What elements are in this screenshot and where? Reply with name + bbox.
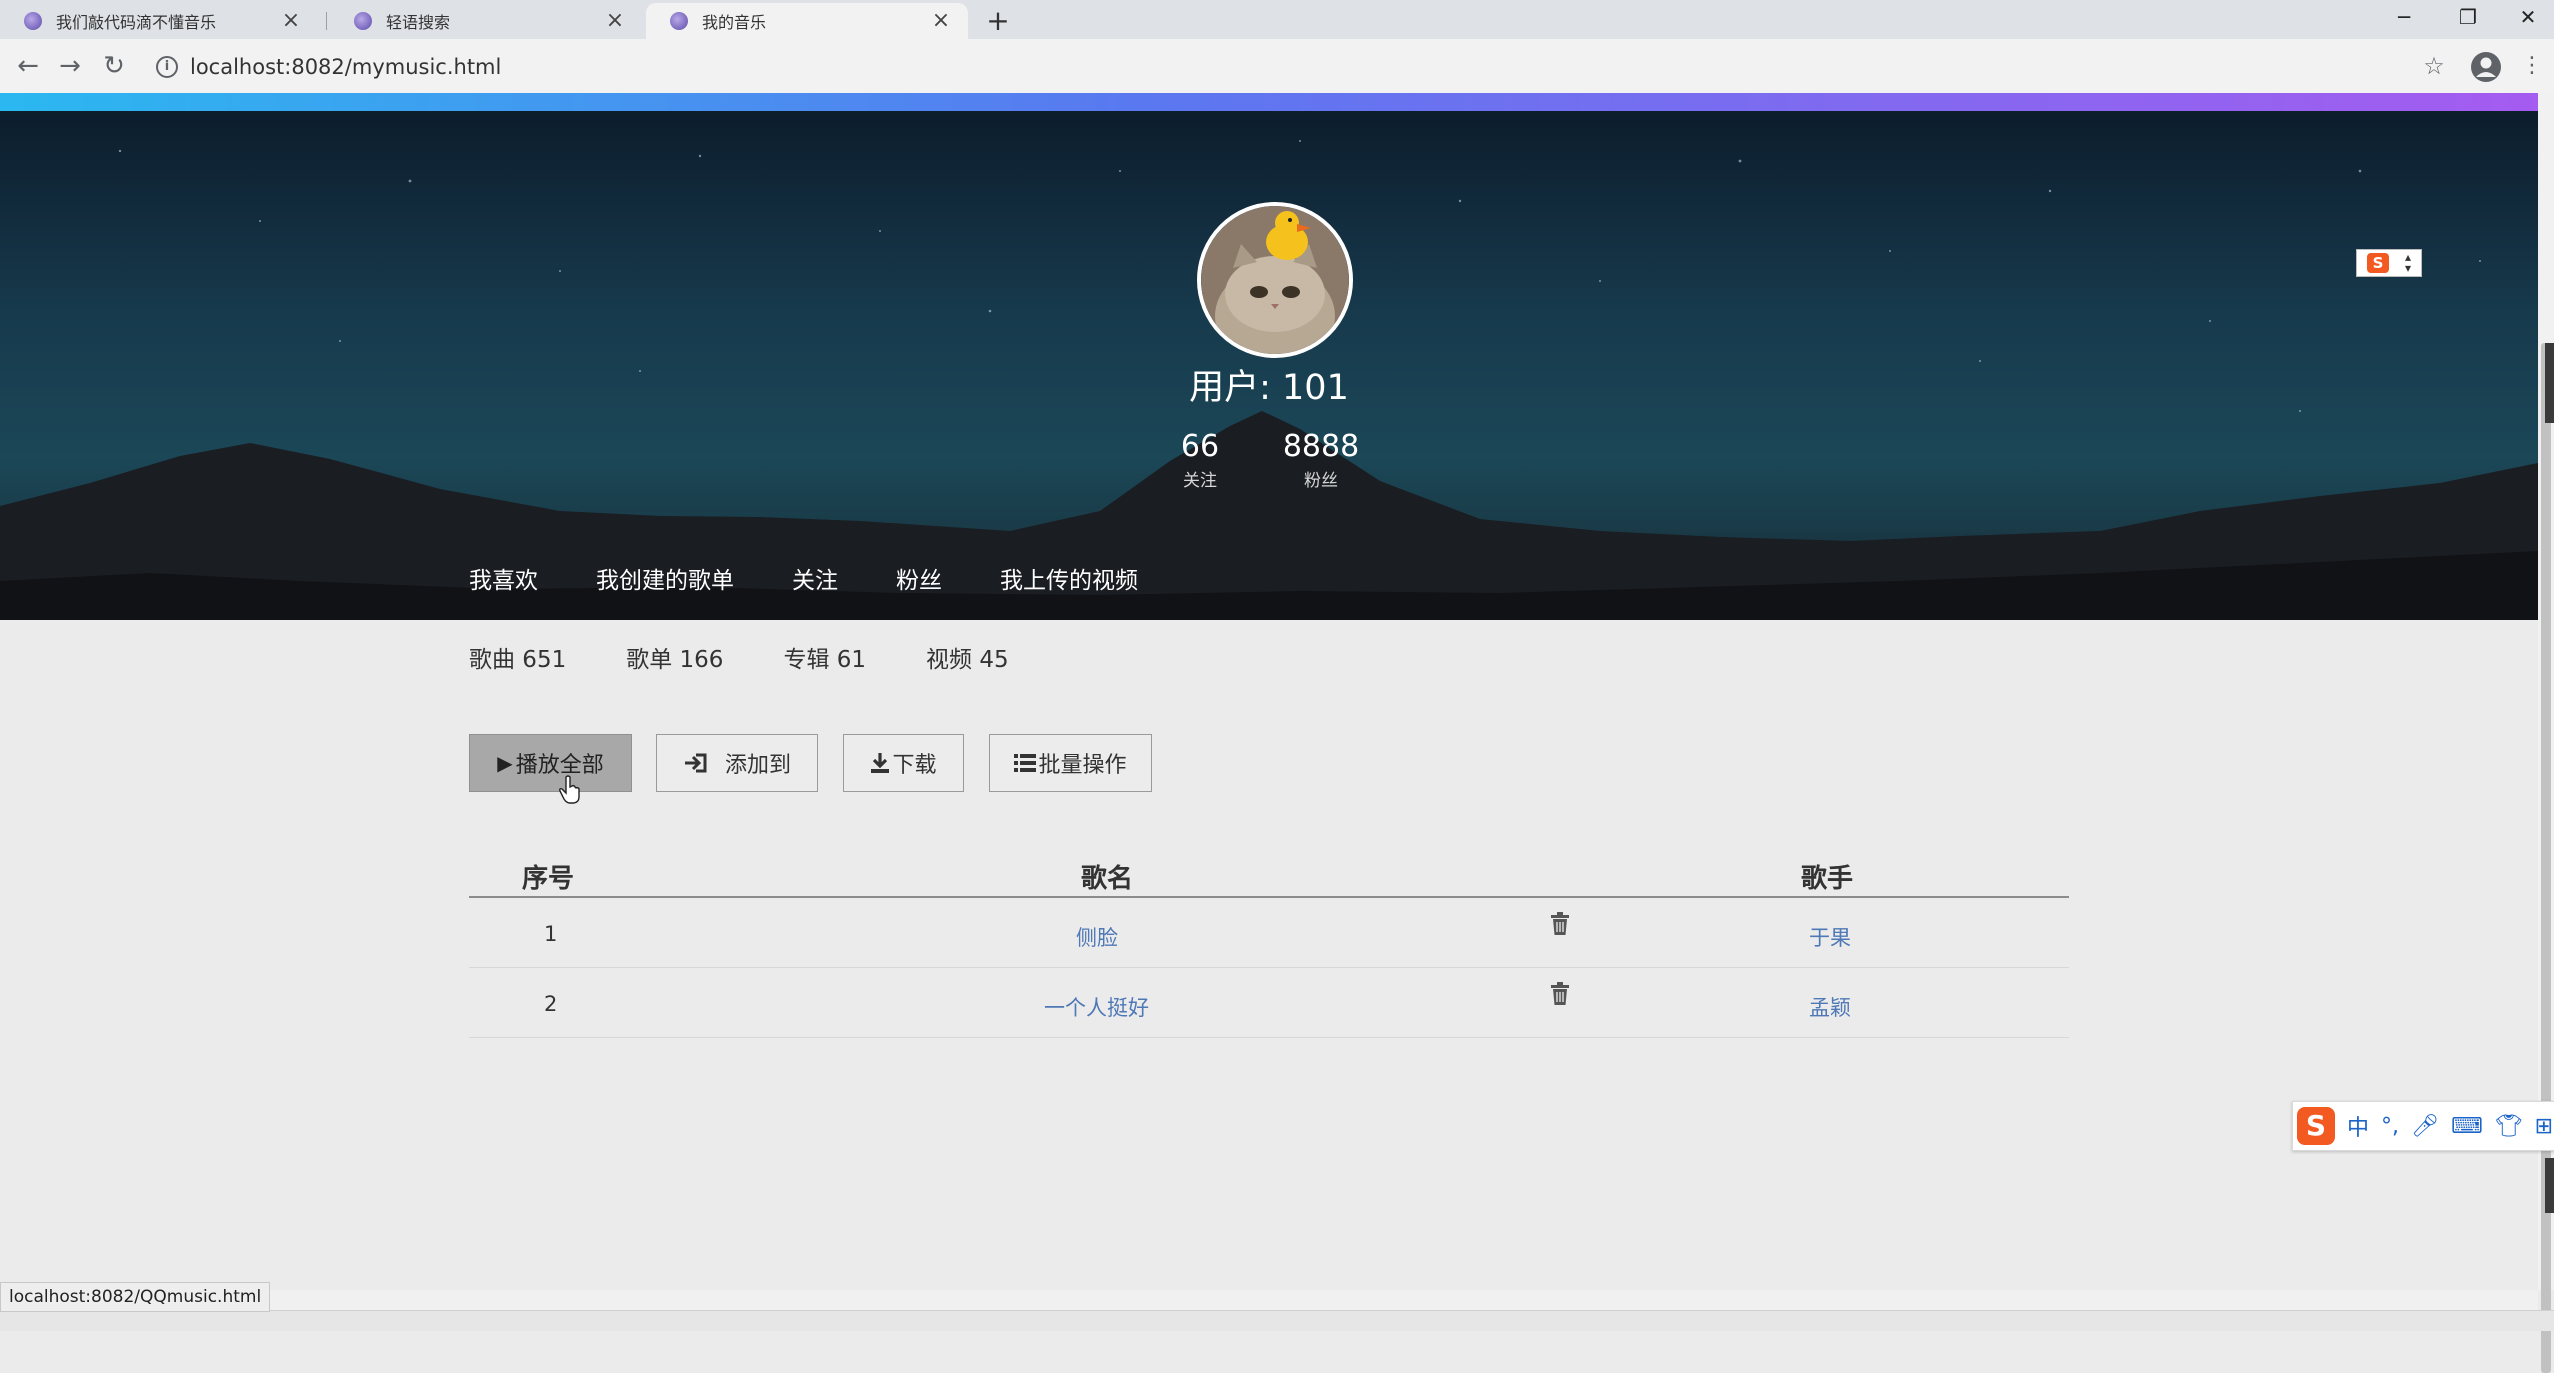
site-favicon-icon [24, 12, 42, 30]
songs-count[interactable]: 歌曲 651 [469, 640, 566, 674]
site-info-icon[interactable]: i [156, 56, 178, 78]
minimize-window-icon[interactable]: ─ [2374, 0, 2434, 34]
content-counts: 歌曲 651 歌单 166 专辑 61 视频 45 [469, 640, 1069, 674]
scrollbar-marker [2545, 1158, 2554, 1213]
sogou-logo-icon: S [2367, 253, 2389, 273]
tab-favorites[interactable]: 我喜欢 [469, 561, 538, 595]
profile-header: 用户: 101 66 关注 8888 粉丝 我喜欢 我创建的歌单 关注 粉丝 我… [0, 111, 2538, 620]
browser-tab-3-active[interactable]: 我的音乐 × [646, 3, 968, 39]
tab-close-icon[interactable]: × [930, 10, 952, 32]
download-button[interactable]: 下载 [843, 734, 964, 792]
login-arrow-icon [684, 753, 707, 773]
username-label: 用户: 101 [1189, 368, 1349, 408]
close-window-icon[interactable]: ✕ [2498, 0, 2554, 34]
download-label: 下载 [892, 753, 937, 778]
forward-icon[interactable]: → [54, 50, 86, 82]
tab-title: 我们敲代码滴不懂音乐 [56, 13, 217, 32]
horizontal-scrollbar[interactable] [0, 1290, 2538, 1310]
microphone-icon[interactable]: 🎤︎ [2411, 1114, 2439, 1139]
bookmark-star-icon[interactable]: ☆ [2418, 50, 2450, 82]
song-link[interactable]: 侧脸 [1076, 922, 1118, 952]
keyboard-icon[interactable]: ⌨ [2451, 1114, 2483, 1139]
play-icon: ▶ [497, 751, 513, 775]
scrollbar-marker [2545, 343, 2554, 423]
ime-punctuation-toggle[interactable]: °, [2381, 1114, 2399, 1139]
site-favicon-icon [670, 12, 688, 30]
link-status-url: localhost:8082/QQmusic.html [0, 1282, 271, 1312]
back-icon[interactable]: ← [12, 50, 44, 82]
address-bar[interactable]: i localhost:8082/mymusic.html [146, 46, 2414, 86]
user-avatar[interactable] [1197, 202, 1353, 358]
artist-link[interactable]: 孟颖 [1809, 992, 1851, 1022]
browser-tab-strip: 我们敲代码滴不懂音乐 × 轻语搜索 × 我的音乐 × + ─ ❐ ✕ [0, 0, 2554, 39]
sogou-ime-toolbar[interactable]: S 中 °, 🎤︎ ⌨ 👕︎ ⊞ [2292, 1101, 2554, 1151]
top-gradient-bar [0, 93, 2538, 111]
profile-nav-tabs: 我喜欢 我创建的歌单 关注 粉丝 我上传的视频 [469, 561, 1196, 595]
followers-count: 8888 [1282, 429, 1360, 464]
song-link[interactable]: 一个人挺好 [1044, 992, 1149, 1022]
tab-separator [326, 12, 327, 30]
skin-shirt-icon[interactable]: 👕︎ [2495, 1114, 2523, 1139]
scrollbar-thumb[interactable] [2541, 343, 2551, 1373]
following-stat[interactable]: 66 关注 [1140, 429, 1260, 491]
delete-trash-icon[interactable] [1550, 912, 1570, 936]
tab-followers[interactable]: 粉丝 [896, 561, 942, 595]
videos-count[interactable]: 视频 45 [926, 640, 1009, 674]
table-row[interactable]: 2 一个人挺好 孟颖 [469, 968, 2069, 1038]
table-row[interactable]: 1 侧脸 于果 [469, 898, 2069, 968]
followers-stat[interactable]: 8888 粉丝 [1261, 429, 1381, 491]
tab-following[interactable]: 关注 [792, 561, 838, 595]
batch-operation-button[interactable]: 批量操作 [989, 734, 1152, 792]
address-url[interactable]: localhost:8082/mymusic.html [190, 55, 501, 79]
batch-operation-label: 批量操作 [1038, 753, 1127, 778]
following-label: 关注 [1183, 471, 1217, 491]
profile-avatar-icon[interactable] [2470, 51, 2502, 83]
add-to-label: 添加到 [724, 753, 791, 778]
hand-cursor-icon [559, 775, 580, 804]
site-favicon-icon [354, 12, 372, 30]
tab-title: 轻语搜索 [386, 13, 451, 32]
list-icon [1014, 754, 1037, 772]
restore-window-icon[interactable]: ❐ [2438, 0, 2498, 34]
tab-close-icon[interactable]: × [280, 10, 302, 32]
tab-title: 我的音乐 [702, 13, 767, 32]
add-to-button[interactable]: 添加到 [656, 734, 818, 792]
following-count: 66 [1180, 429, 1220, 464]
browser-menu-icon[interactable]: ⋮ [2516, 50, 2548, 82]
tab-close-icon[interactable]: × [604, 10, 626, 32]
tab-uploaded-videos[interactable]: 我上传的视频 [1000, 561, 1138, 595]
delete-trash-icon[interactable] [1550, 982, 1570, 1006]
column-header-artist: 歌手 [1801, 864, 1854, 894]
artist-link[interactable]: 于果 [1809, 922, 1851, 952]
browser-toolbar: ← → ↻ i localhost:8082/mymusic.html ☆ ⋮ [0, 39, 2554, 93]
toolbox-grid-icon[interactable]: ⊞ [2535, 1114, 2553, 1139]
albums-count[interactable]: 专辑 61 [783, 640, 866, 674]
play-all-button[interactable]: ▶ 播放全部 [469, 734, 632, 792]
new-tab-button[interactable]: + [980, 3, 1016, 39]
playlists-count[interactable]: 歌单 166 [626, 640, 723, 674]
column-header-index: 序号 [522, 864, 575, 894]
followers-label: 粉丝 [1304, 471, 1338, 491]
row-index: 1 [544, 922, 558, 946]
dropdown-arrow-icon[interactable]: ▴ ▾ [2405, 251, 2411, 274]
tab-created-playlists[interactable]: 我创建的歌单 [596, 561, 734, 595]
sogou-logo-icon: S [2297, 1107, 2335, 1145]
reload-icon[interactable]: ↻ [98, 50, 130, 82]
browser-tab-1[interactable]: 我们敲代码滴不懂音乐 × [0, 3, 318, 39]
ime-mode-toggle[interactable]: 中 [2347, 1110, 2369, 1142]
song-table-header: 序号 歌名 歌手 [469, 856, 2069, 898]
column-header-song: 歌名 [1081, 864, 1134, 894]
browser-tab-2[interactable]: 轻语搜索 × [330, 3, 642, 39]
row-index: 2 [544, 992, 558, 1016]
window-bottom-edge [0, 1310, 2554, 1331]
download-icon [871, 753, 890, 773]
sogou-toolbar-widget[interactable]: S ▴ ▾ [2356, 249, 2422, 277]
